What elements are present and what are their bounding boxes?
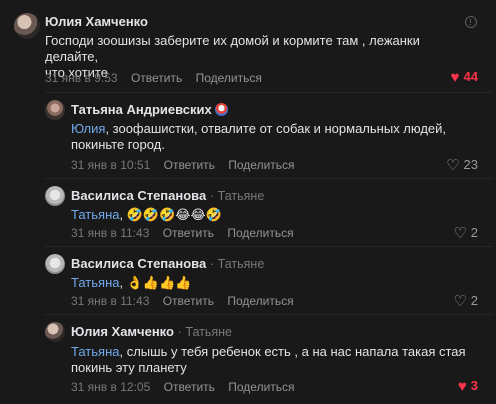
mention-link[interactable]: Юлия (71, 121, 105, 136)
comment-text: Татьяна, 🤣🤣🤣😂😂🤣 (71, 207, 222, 222)
comment-text: Татьяна, 👌👍👍👍 (71, 275, 192, 290)
like-button[interactable]: ♡ 2 (453, 292, 478, 310)
avatar[interactable] (45, 186, 65, 206)
more-info-icon[interactable] (465, 16, 477, 28)
comment-author[interactable]: Юлия Хамченко (45, 14, 148, 29)
divider (45, 92, 496, 93)
reply-separator: · (209, 189, 215, 203)
share-button[interactable]: Поделиться (228, 158, 294, 172)
divider (45, 178, 496, 179)
comment-date[interactable]: 31 янв в 9:53 (45, 71, 118, 85)
comment-author[interactable]: Юлия Хамченко · Татьяне (71, 324, 232, 339)
like-button[interactable]: ♥ 3 (458, 378, 478, 395)
like-button[interactable]: ♥ 44 (451, 69, 478, 86)
avatar[interactable] (45, 254, 65, 274)
avatar[interactable] (45, 100, 65, 120)
like-button[interactable]: ♡ 2 (453, 224, 478, 242)
comment-date[interactable]: 31 янв в 11:43 (71, 226, 149, 240)
profile-badge-icon (214, 103, 228, 116)
mention-link[interactable]: Татьяна (71, 275, 119, 290)
comment-meta: 31 янв в 9:53 Ответить Поделиться (45, 71, 272, 85)
comment-author[interactable]: Василиса Степанова · Татьяне (71, 188, 264, 203)
reply-to-name[interactable]: Татьяне (218, 257, 265, 271)
comment-date[interactable]: 31 янв в 10:51 (71, 158, 150, 172)
comment-text: Татьяна, слышь у тебя ребенок есть , а н… (71, 344, 466, 375)
reply-button[interactable]: Ответить (131, 71, 182, 85)
heart-icon: ♡ (453, 225, 467, 242)
heart-icon: ♡ (446, 157, 460, 174)
heart-icon: ♥ (457, 378, 467, 395)
share-button[interactable]: Поделиться (227, 294, 293, 308)
mention-link[interactable]: Татьяна (71, 344, 119, 359)
comment-date[interactable]: 31 янв в 11:43 (71, 294, 149, 308)
avatar[interactable] (14, 13, 40, 39)
author-name[interactable]: Юлия Хамченко (45, 14, 148, 29)
reply-button[interactable]: Ответить (163, 294, 214, 308)
like-count: 3 (470, 378, 478, 393)
like-count: 44 (463, 69, 478, 84)
comment-author[interactable]: Василиса Степанова · Татьяне (71, 256, 264, 271)
share-button[interactable]: Поделиться (227, 226, 293, 240)
like-button[interactable]: ♡ 23 (446, 156, 478, 174)
reply-to-name[interactable]: Татьяне (218, 189, 265, 203)
mention-link[interactable]: Татьяна (71, 207, 119, 222)
comment-meta: 31 янв в 11:43 Ответить Поделиться (71, 294, 304, 308)
comment-author[interactable]: Татьяна Андриевских (71, 102, 228, 117)
clipped-previous-content (0, 0, 496, 6)
comment-meta: 31 янв в 10:51 Ответить Поделиться (71, 158, 305, 172)
comment-meta: 31 янв в 12:05 Ответить Поделиться (71, 380, 305, 394)
reply-to-name[interactable]: Татьяне (185, 325, 232, 339)
reply-separator: · (177, 325, 182, 339)
share-button[interactable]: Поделиться (228, 380, 294, 394)
reply-separator: · (209, 257, 215, 271)
avatar[interactable] (45, 322, 65, 342)
like-count: 2 (470, 225, 478, 240)
like-count: 2 (470, 293, 478, 308)
share-button[interactable]: Поделиться (196, 71, 262, 85)
comment-text: Юлия, зоофашистки, отвалите от собак и н… (71, 121, 447, 152)
divider (45, 314, 496, 315)
reply-button[interactable]: Ответить (163, 226, 214, 240)
divider (45, 246, 496, 247)
comment-meta: 31 янв в 11:43 Ответить Поделиться (71, 226, 304, 240)
author-name[interactable]: Василиса Степанова (71, 256, 206, 271)
author-name[interactable]: Юлия Хамченко (71, 324, 174, 339)
like-count: 23 (463, 157, 478, 172)
heart-icon: ♥ (450, 69, 460, 86)
reply-button[interactable]: Ответить (164, 380, 215, 394)
author-name[interactable]: Татьяна Андриевских (71, 102, 212, 117)
author-name[interactable]: Василиса Степанова (71, 188, 206, 203)
comment-date[interactable]: 31 янв в 12:05 (71, 380, 150, 394)
reply-button[interactable]: Ответить (164, 158, 215, 172)
heart-icon: ♡ (453, 293, 467, 310)
